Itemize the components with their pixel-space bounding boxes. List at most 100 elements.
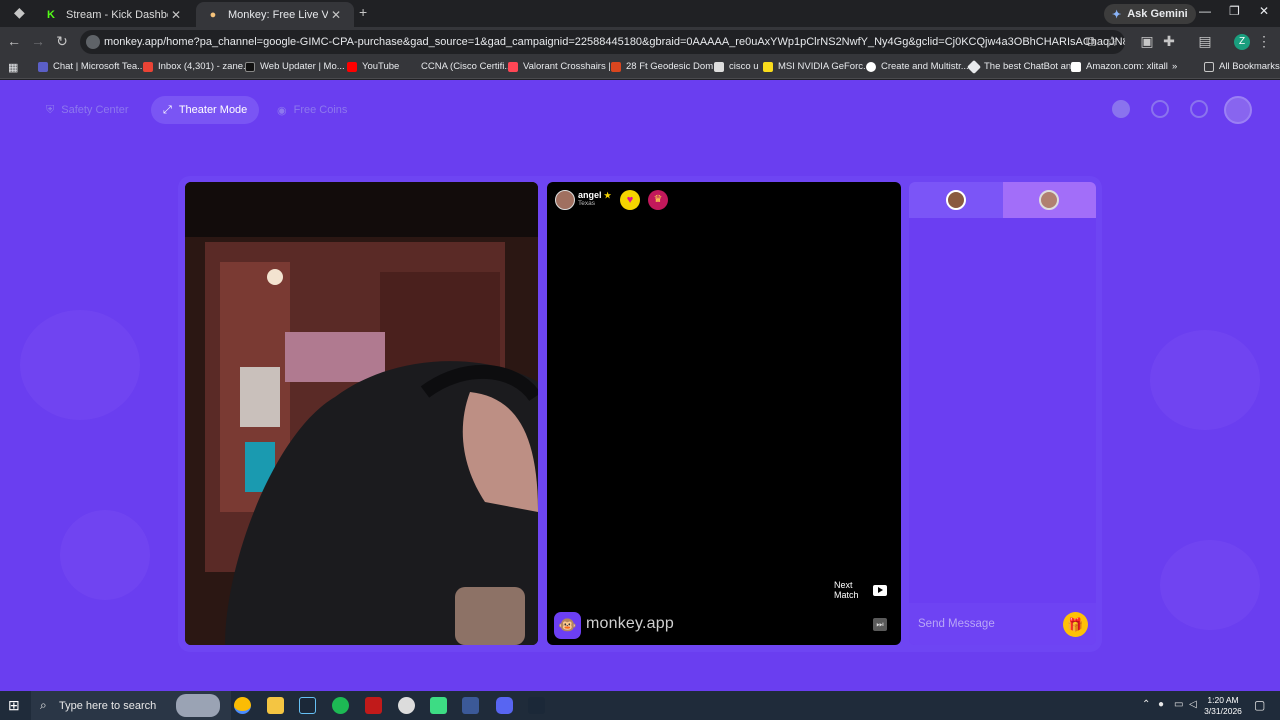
badge-icon[interactable]: ♛	[648, 190, 668, 210]
bookmark-label: CCNA (Cisco Certifi...	[421, 61, 513, 72]
free-coins-label: Free Coins	[293, 104, 348, 116]
volume-icon[interactable]: ◁	[1189, 699, 1197, 710]
bookmark-label: Create and Multistr...	[881, 61, 969, 72]
extensions-icon[interactable]: ✚	[1160, 33, 1178, 50]
minimize-icon[interactable]: —	[1199, 4, 1211, 18]
tab-kick-dashboard[interactable]: K Stream - Kick Dashboard ✕	[34, 2, 194, 27]
forward-icon[interactable]: →	[29, 33, 47, 49]
all-bookmarks[interactable]: All Bookmarks	[1204, 61, 1280, 72]
tray-chevron-icon[interactable]: ⌃	[1142, 699, 1150, 710]
reload-icon[interactable]: ↻	[53, 33, 71, 50]
spotify-icon[interactable]	[332, 697, 349, 714]
tab-search-icon[interactable]: ◆	[14, 4, 25, 21]
bookmark-item[interactable]: Amazon.com: xlitall	[1071, 61, 1168, 72]
partner-avatar	[1039, 190, 1060, 210]
chat-tab-partner[interactable]	[1002, 182, 1096, 218]
search-icon: ⌕	[40, 698, 47, 712]
bookmark-item[interactable]: The best ChatBot an...	[966, 59, 1080, 74]
bookmark-item[interactable]: Web Updater | Mo...	[245, 61, 345, 72]
new-tab-icon[interactable]: +	[359, 4, 367, 20]
bookmark-item[interactable]: Chat | Microsoft Tea...	[38, 61, 145, 72]
safety-center-button[interactable]: ⛨ Safety Center	[34, 96, 141, 124]
apps-grid-icon[interactable]: ▦	[8, 61, 18, 74]
heart-icon[interactable]: ♥	[620, 190, 640, 210]
bookmark-item[interactable]: YouTube	[347, 61, 399, 72]
windows-taskbar: ⊞ ⌕ Type here to search ⌃ ● ▭ ◁ 1:20 AM …	[0, 691, 1280, 720]
bookmarks-bar: ▦ Chat | Microsoft Tea... Inbox (4,301) …	[0, 57, 1280, 79]
history-icon[interactable]	[1151, 100, 1169, 118]
local-camera-feed	[185, 182, 538, 645]
friends-icon[interactable]	[1112, 100, 1130, 118]
bookmark-label: cisco u	[729, 61, 759, 72]
next-match-button[interactable]: Next Match	[834, 580, 870, 600]
bookmark-label: Web Updater | Mo...	[260, 61, 345, 72]
install-app-icon[interactable]: ⧉	[1082, 33, 1100, 50]
app-icon[interactable]	[462, 697, 479, 714]
messages-icon[interactable]	[1190, 100, 1208, 118]
bookmark-label: The best ChatBot an...	[984, 61, 1080, 72]
back-icon[interactable]: ←	[5, 33, 23, 49]
theater-mode-button[interactable]: ⤢ Theater Mode	[151, 96, 260, 124]
tab-monkey[interactable]: ● Monkey: Free Live Video Ch ✕	[196, 2, 354, 27]
chrome-icon[interactable]	[234, 697, 251, 714]
steam-icon[interactable]	[299, 697, 316, 714]
user-avatar[interactable]	[1224, 96, 1252, 124]
bookmark-star-icon[interactable]: ☆	[1103, 33, 1121, 50]
obs-icon[interactable]	[398, 697, 415, 714]
menu-icon[interactable]: ⋮	[1255, 33, 1273, 50]
app-icon[interactable]	[365, 697, 382, 714]
bookmark-item[interactable]: CCNA (Cisco Certifi...	[406, 61, 512, 72]
discord-icon[interactable]	[496, 697, 513, 714]
remote-user-avatar[interactable]	[555, 190, 575, 210]
profile-avatar[interactable]: Z	[1234, 34, 1250, 50]
bookmark-item[interactable]: 28 Ft Geodesic Dom...	[611, 61, 721, 72]
web-updater-icon	[245, 61, 255, 72]
tab-group-icon[interactable]: ▣	[1138, 33, 1156, 50]
mic-icon[interactable]: ●	[1158, 699, 1164, 710]
skip-icon[interactable]: ⏭	[873, 618, 887, 631]
bookmark-label: Valorant Crosshairs |...	[523, 61, 619, 72]
bookmark-item[interactable]: MSI NVIDIA GeForc...	[763, 61, 871, 72]
ask-gemini-button[interactable]: ✦ Ask Gemini	[1104, 4, 1196, 24]
monkey-logo-icon: 🐵	[554, 612, 581, 639]
play-icon[interactable]	[873, 585, 887, 596]
network-icon[interactable]: ▭	[1174, 699, 1183, 710]
close-tab-icon[interactable]: ✕	[328, 8, 344, 22]
close-window-icon[interactable]: ✕	[1259, 4, 1269, 18]
notifications-icon[interactable]: ▢	[1254, 698, 1265, 712]
taskbar-clock[interactable]: 1:20 AM 3/31/2026	[1200, 695, 1246, 717]
bookmark-label: Amazon.com: xlitall	[1086, 61, 1168, 72]
free-coins-button[interactable]: ◉ Free Coins	[265, 96, 359, 124]
bookmark-item[interactable]: Inbox (4,301) - zane...	[143, 61, 251, 72]
bookmark-item[interactable]: cisco u	[714, 61, 759, 72]
tab-title: Stream - Kick Dashboard	[66, 8, 168, 21]
background-blob	[1160, 540, 1260, 630]
star-icon: ★	[604, 191, 612, 200]
bookmark-item[interactable]: Valorant Crosshairs |...	[508, 61, 619, 72]
file-explorer-icon[interactable]	[267, 697, 284, 714]
widget-icon[interactable]	[176, 694, 220, 717]
side-panel-icon[interactable]: ▤	[1196, 33, 1214, 50]
chatbot-icon	[966, 59, 982, 74]
windows-start-icon[interactable]: ⊞	[8, 697, 25, 714]
background-blob	[60, 510, 150, 600]
chat-tab-self[interactable]	[909, 182, 1003, 218]
taskbar-search-placeholder: Type here to search	[59, 699, 157, 712]
close-tab-icon[interactable]: ✕	[168, 8, 184, 22]
chat-tabs	[909, 182, 1096, 218]
valorant-icon	[508, 61, 518, 72]
address-bar[interactable]: monkey.app/home?pa_channel=google-GIMC-C…	[80, 30, 1125, 54]
restore-icon[interactable]: ❐	[1229, 4, 1240, 18]
safety-center-label: Safety Center	[61, 104, 129, 116]
bookmark-label: YouTube	[362, 61, 400, 72]
gift-icon[interactable]: 🎁	[1063, 612, 1088, 637]
monkey-icon: ●	[209, 8, 217, 21]
app-icon[interactable]	[430, 697, 447, 714]
steam-icon[interactable]	[528, 697, 545, 714]
bookmark-item[interactable]: Create and Multistr...	[866, 61, 969, 72]
remote-user-name: angel ★	[578, 190, 611, 200]
site-info-icon[interactable]	[86, 35, 100, 49]
more-bookmarks-icon[interactable]: »	[1172, 61, 1177, 72]
amazon-icon	[1071, 61, 1081, 72]
youtube-icon	[347, 61, 357, 72]
